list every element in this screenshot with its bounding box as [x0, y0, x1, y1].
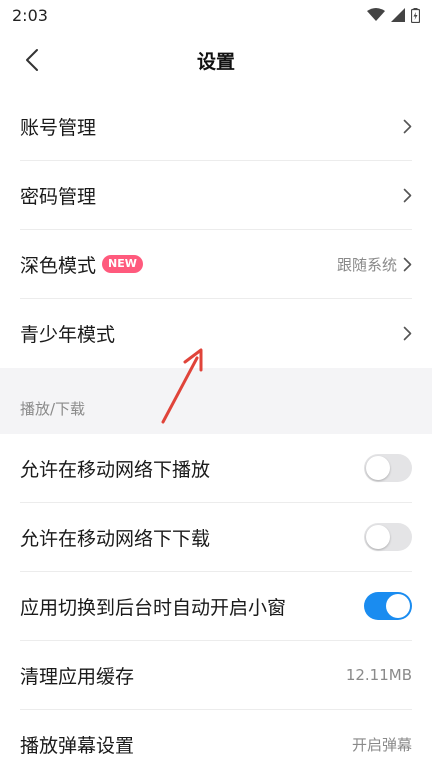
status-time: 2:03: [12, 5, 48, 25]
battery-icon: [411, 7, 420, 23]
mobile-download-toggle[interactable]: [364, 523, 412, 551]
account-management-row[interactable]: 账号管理: [20, 92, 412, 161]
new-badge: NEW: [102, 255, 143, 273]
toggle-knob: [386, 594, 410, 618]
wifi-icon: [367, 8, 385, 21]
page-title: 设置: [196, 50, 235, 73]
background-pip-toggle[interactable]: [364, 592, 412, 620]
row-label: 允许在移动网络下下载: [20, 527, 211, 550]
chevron-right-icon: [403, 188, 412, 202]
clear-cache-row[interactable]: 清理应用缓存 12.11MB: [20, 641, 412, 710]
row-label: 深色模式: [20, 254, 97, 277]
signal-icon: [391, 8, 405, 22]
dark-mode-value: 跟随系统: [336, 255, 397, 274]
row-label: 账号管理: [20, 116, 97, 139]
status-icons: [367, 7, 420, 23]
toggle-knob: [366, 456, 390, 480]
mobile-play-toggle[interactable]: [364, 454, 412, 482]
chevron-right-icon: [403, 326, 412, 341]
chevron-right-icon: [403, 119, 412, 133]
account-settings-list: 账号管理 密码管理 深色模式 NEW 跟随系统 青少年模式: [0, 92, 432, 368]
row-label: 清理应用缓存: [20, 665, 135, 688]
dark-mode-row[interactable]: 深色模式 NEW 跟随系统: [20, 230, 412, 299]
chevron-left-icon: [26, 49, 38, 71]
section-label: 播放/下载: [20, 400, 86, 418]
playback-settings-list: 允许在移动网络下播放 允许在移动网络下下载 应用切换到后台时自动开启小窗 清理应…: [0, 434, 432, 779]
row-label: 播放弹幕设置: [20, 735, 135, 757]
row-label: 应用切换到后台时自动开启小窗: [20, 596, 287, 619]
row-label: 青少年模式: [20, 324, 116, 346]
row-label: 密码管理: [20, 185, 97, 208]
danmaku-value: 开启弹幕: [351, 736, 412, 754]
status-bar: 2:03: [0, 0, 432, 30]
section-header: 播放/下载: [0, 368, 432, 434]
toggle-knob: [366, 525, 390, 549]
back-button[interactable]: [16, 44, 48, 76]
teen-mode-row[interactable]: 青少年模式: [20, 299, 412, 368]
mobile-play-row: 允许在移动网络下播放: [20, 434, 412, 503]
row-label: 允许在移动网络下播放: [20, 458, 211, 481]
chevron-right-icon: [403, 257, 412, 271]
mobile-download-row: 允许在移动网络下下载: [20, 503, 412, 572]
danmaku-settings-row[interactable]: 播放弹幕设置 开启弹幕: [20, 710, 412, 779]
cache-size-value: 12.11MB: [345, 666, 412, 684]
top-bar: 设置: [0, 30, 432, 90]
annotation-arrow-icon: [161, 348, 203, 424]
background-pip-row: 应用切换到后台时自动开启小窗: [20, 572, 412, 641]
password-management-row[interactable]: 密码管理: [20, 161, 412, 230]
